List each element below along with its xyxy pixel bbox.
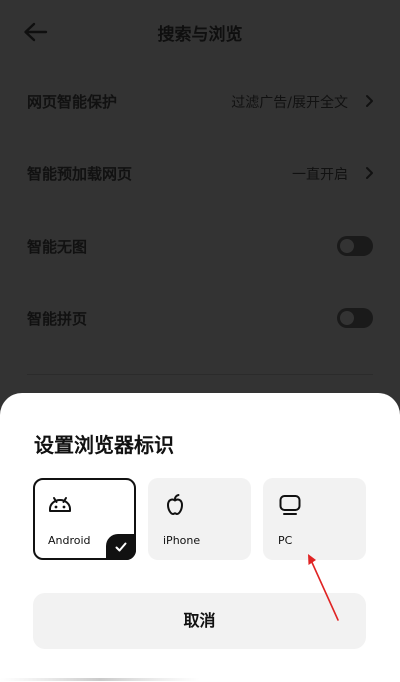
selected-badge [106,534,136,560]
setting-row-no-image: 智能无图 [0,226,400,266]
chevron-right-icon [366,167,373,179]
setting-label: 智能拼页 [27,310,88,328]
header: 搜索与浏览 [0,0,400,64]
toggle-knob [340,239,354,253]
setting-label: 智能无图 [27,238,88,256]
setting-value: 过滤广告/展开全文 [231,95,348,111]
apple-icon [167,494,183,515]
setting-value: 一直开启 [292,167,348,183]
annotation-arrow-icon [308,554,339,621]
option-label: Android [48,534,91,547]
option-label: PC [278,534,293,547]
no-image-toggle[interactable] [337,236,373,256]
monitor-icon [279,495,301,515]
chevron-right-icon [366,95,373,107]
toggle-knob [340,311,354,325]
setting-row-web-protection[interactable]: 网页智能保护 过滤广告/展开全文 [0,81,400,121]
setting-label: 智能预加载网页 [27,165,133,183]
option-android[interactable]: Android [33,478,136,560]
option-label: iPhone [163,534,201,547]
setting-label: 网页智能保护 [27,93,118,111]
android-icon [49,497,71,512]
page-merge-toggle[interactable] [337,308,373,328]
sheet-title: 设置浏览器标识 [34,433,174,457]
checkmark-icon [115,542,127,552]
setting-row-page-merge: 智能拼页 [0,298,400,338]
option-iphone[interactable]: iPhone [148,478,251,560]
home-indicator [0,678,200,681]
browser-ua-sheet: 设置浏览器标识 Android iPhone PC 取消 [0,393,400,682]
setting-row-preload[interactable]: 智能预加载网页 一直开启 [0,153,400,193]
divider [27,374,373,375]
page-title: 搜索与浏览 [157,25,243,45]
